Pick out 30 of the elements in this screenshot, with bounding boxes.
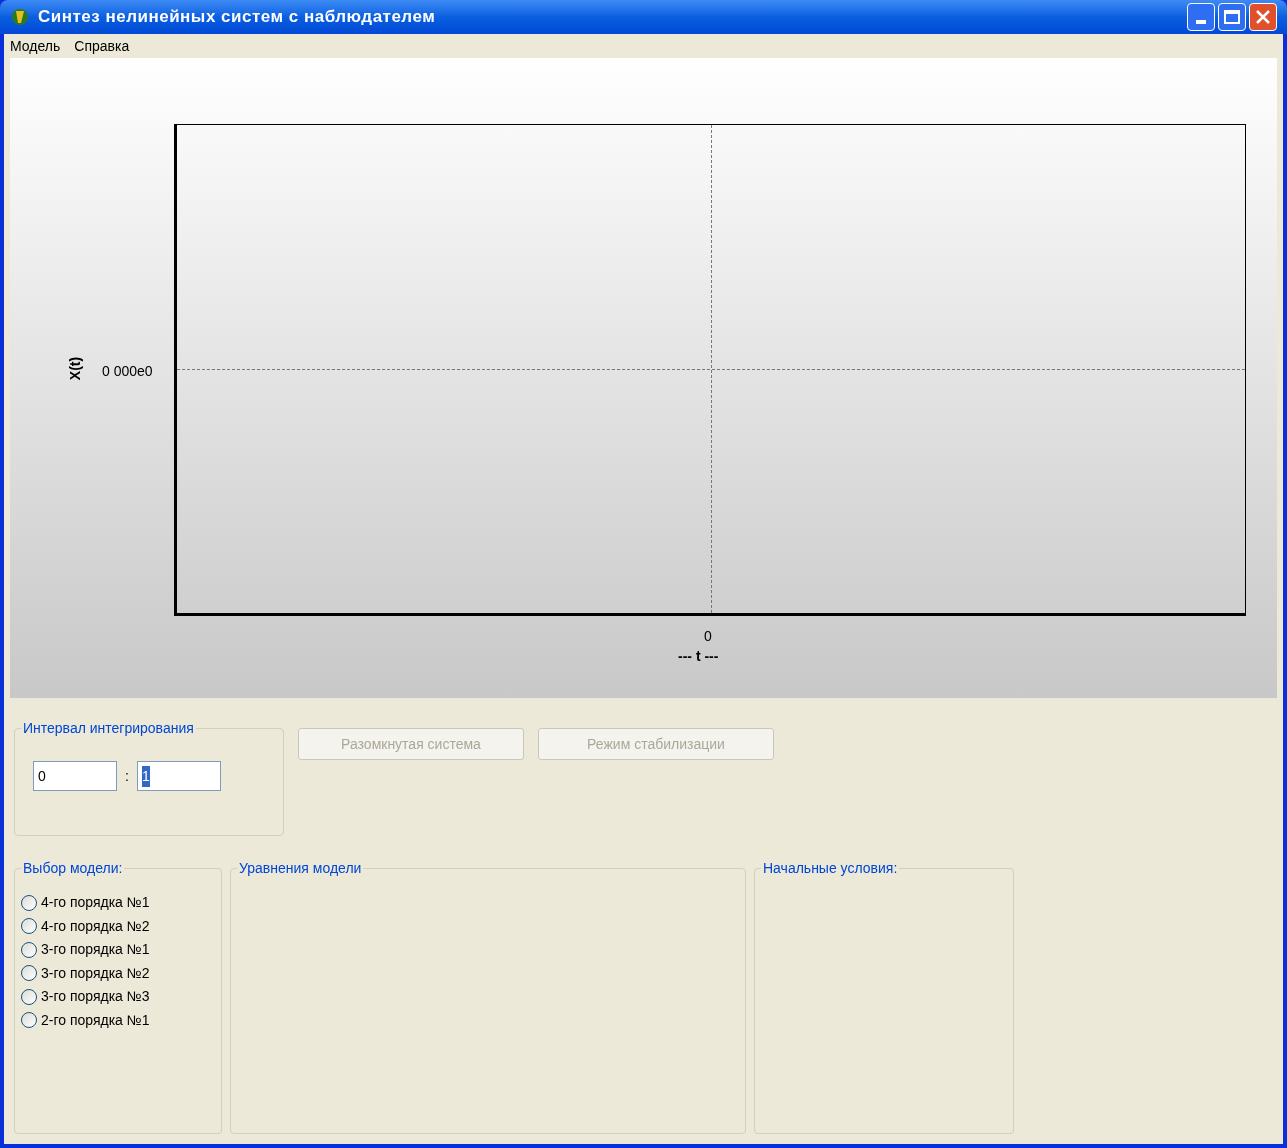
group-title: Выбор модели: [21, 859, 125, 877]
y-axis-label: X(t) [66, 356, 85, 381]
radio-label[interactable]: 3-го порядка №3 [41, 986, 150, 1008]
radio-label[interactable]: 3-го порядка №1 [41, 939, 150, 961]
radio-button[interactable] [21, 988, 37, 1005]
maximize-icon [1224, 10, 1240, 24]
minimize-icon [1196, 20, 1206, 24]
app-icon [10, 7, 30, 27]
menu-item[interactable]: Справка [74, 35, 130, 57]
window-title: Синтез нелинейных систем с наблюдателем [38, 6, 436, 29]
radio-button[interactable] [21, 894, 37, 911]
radio-button[interactable] [21, 918, 37, 935]
close-icon [1255, 9, 1271, 25]
input-field[interactable]: 1 [136, 761, 221, 791]
close-button[interactable] [1249, 3, 1277, 31]
menu-item[interactable]: Модель [10, 35, 61, 57]
radio-label[interactable]: 4-го порядка №2 [41, 915, 150, 937]
maximize-button[interactable] [1218, 3, 1246, 31]
radio-button[interactable] [21, 941, 37, 958]
minimize-button[interactable] [1187, 3, 1215, 31]
radio-button[interactable] [21, 965, 37, 982]
radio-button[interactable] [21, 1012, 37, 1029]
radio-label[interactable]: 2-го порядка №1 [41, 1009, 150, 1031]
x-axis-label: --- t --- [678, 647, 719, 666]
radio-label[interactable]: 3-го порядка №2 [41, 962, 150, 984]
separator: : [125, 766, 129, 786]
radio-label[interactable]: 4-го порядка №1 [41, 892, 150, 914]
x-tick-label: 0 [704, 627, 712, 646]
input-field[interactable]: 0 [33, 761, 117, 791]
y-tick-label: 0 000e0 [102, 362, 153, 381]
